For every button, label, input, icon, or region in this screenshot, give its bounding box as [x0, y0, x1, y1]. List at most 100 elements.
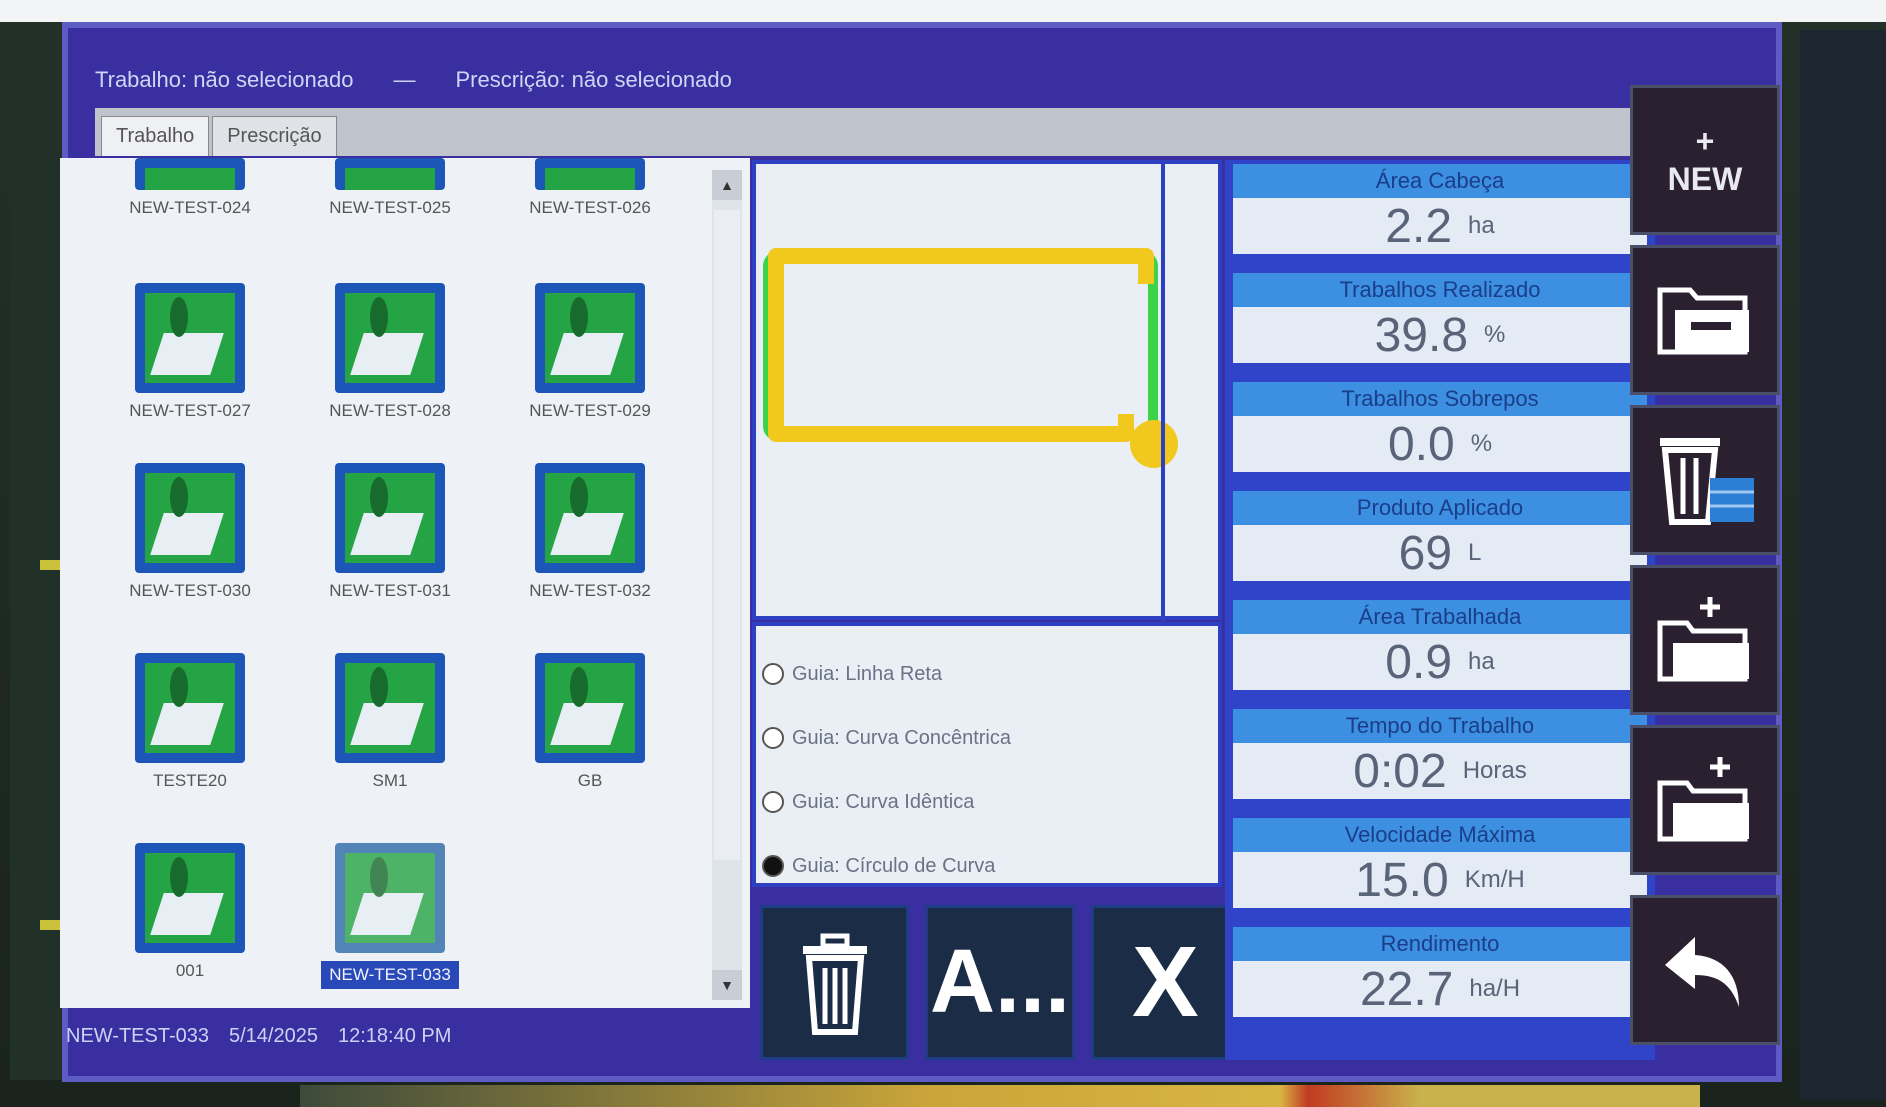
- path-green: [763, 251, 1158, 441]
- vehicle-marker: [1130, 420, 1178, 468]
- prescription-status: Prescrição: não selecionado: [455, 67, 732, 92]
- work-status: Trabalho: não selecionado: [95, 67, 354, 92]
- file-name: NEW-TEST-025: [329, 198, 451, 217]
- radio-label: Guia: Linha Reta: [792, 662, 943, 685]
- radio-label: Guia: Curva Concêntrica: [792, 726, 1011, 749]
- statistics-panel: Área Cabeça 2.2 ha Trabalhos Realizado 39…: [1225, 160, 1655, 1060]
- file-item[interactable]: SM1: [295, 653, 485, 791]
- stat-value-box: 0.0%: [1233, 416, 1647, 472]
- stat-label: Tempo do Trabalho: [1233, 709, 1647, 743]
- job-file-icon: [135, 463, 245, 573]
- radio-straight-line[interactable]: Guia: Linha Reta: [762, 642, 1212, 706]
- rename-button[interactable]: A...: [925, 905, 1075, 1060]
- file-item[interactable]: GB: [495, 653, 685, 791]
- field-preview: [752, 160, 1222, 624]
- stat-value-box: 0.9 ha: [1233, 634, 1647, 690]
- title-separator: —: [393, 67, 416, 92]
- stat-value: 0.0: [1387, 417, 1455, 471]
- boundary-yellow: [768, 248, 1154, 442]
- plus-icon: +: [1695, 123, 1715, 159]
- open-job-button[interactable]: [1630, 245, 1780, 395]
- job-file-icon: [335, 653, 445, 763]
- delete-job-button[interactable]: [1630, 405, 1780, 555]
- file-item[interactable]: NEW-TEST-031: [295, 463, 485, 601]
- file-item[interactable]: NEW-TEST-032: [495, 463, 685, 601]
- stat-unit: ha/H: [1469, 975, 1521, 1002]
- job-file-icon: [335, 158, 445, 190]
- import-job-button[interactable]: [1630, 725, 1780, 875]
- file-name: NEW-TEST-027: [129, 401, 251, 420]
- stat-product-applied: Produto Aplicado 69 L: [1233, 491, 1647, 591]
- file-item[interactable]: NEW-TEST-030: [95, 463, 285, 601]
- stat-label: Área Trabalhada: [1233, 600, 1647, 634]
- stat-unit: ha: [1468, 648, 1495, 675]
- file-name: NEW-TEST-028: [329, 401, 451, 420]
- tab-work[interactable]: Trabalho: [101, 116, 210, 156]
- job-file-icon: [335, 463, 445, 573]
- job-file-icon: [135, 283, 245, 393]
- file-item[interactable]: NEW-TEST-024: [95, 158, 285, 218]
- file-item[interactable]: TESTE20: [95, 653, 285, 791]
- job-file-icon: [535, 158, 645, 190]
- stat-label: Velocidade Máxima: [1233, 818, 1647, 852]
- tab-prescription[interactable]: Prescrição: [212, 116, 337, 156]
- preview-divider: [1161, 164, 1165, 624]
- file-item[interactable]: NEW-TEST-029: [495, 283, 685, 421]
- file-name: NEW-TEST-032: [529, 581, 651, 600]
- file-list-scrollbar[interactable]: ▲ ▼: [712, 170, 742, 1000]
- radio-label: Guia: Círculo de Curva: [792, 854, 996, 877]
- file-item-selected[interactable]: NEW-TEST-033: [295, 843, 485, 989]
- new-job-button[interactable]: + NEW: [1630, 85, 1780, 235]
- job-file-icon: [535, 283, 645, 393]
- radio-concentric-curve[interactable]: Guia: Curva Concêntrica: [762, 706, 1212, 770]
- stat-value: 39.8: [1374, 308, 1469, 362]
- folder-export-icon: [1657, 597, 1749, 682]
- stat-label: Área Cabeça: [1233, 164, 1647, 198]
- radio-dot[interactable]: [762, 791, 784, 813]
- file-name: NEW-TEST-029: [529, 401, 651, 420]
- stat-unit: ha: [1468, 212, 1495, 239]
- radio-curve-circle[interactable]: Guia: Círculo de Curva: [762, 834, 1212, 898]
- file-item[interactable]: 001: [95, 843, 285, 981]
- job-file-icon: [535, 463, 645, 573]
- radio-label: Guia: Curva Idêntica: [792, 790, 975, 813]
- stat-value-box: 39.8%: [1233, 307, 1647, 363]
- file-item[interactable]: NEW-TEST-027: [95, 283, 285, 421]
- stat-value-box: 22.7 ha/H: [1233, 961, 1647, 1017]
- file-item[interactable]: NEW-TEST-025: [295, 158, 485, 218]
- file-name: SM1: [372, 771, 408, 790]
- background-field-strip: [300, 1085, 1700, 1107]
- close-button[interactable]: X: [1090, 905, 1240, 1060]
- stat-max-speed: Velocidade Máxima 15.0 Km/H: [1233, 818, 1647, 918]
- back-button[interactable]: [1630, 895, 1780, 1045]
- scroll-up-icon[interactable]: ▲: [712, 170, 742, 200]
- stat-unit: %: [1484, 321, 1506, 348]
- file-item[interactable]: NEW-TEST-028: [295, 283, 485, 421]
- stat-value: 2.2: [1385, 199, 1453, 253]
- stat-worked-area: Área Trabalhada 0.9 ha: [1233, 600, 1647, 700]
- job-file-icon: [335, 843, 445, 953]
- trash-icon: [802, 933, 867, 1035]
- delete-button[interactable]: [760, 905, 910, 1060]
- radio-dot[interactable]: [762, 855, 784, 877]
- export-job-button[interactable]: [1630, 565, 1780, 715]
- stat-label: Trabalhos Realizado: [1233, 273, 1647, 307]
- stat-value: 0.9: [1385, 635, 1453, 689]
- new-label: NEW: [1667, 161, 1743, 197]
- file-name: NEW-TEST-030: [129, 581, 251, 600]
- radio-identical-curve[interactable]: Guia: Curva Idêntica: [762, 770, 1212, 834]
- radio-dot[interactable]: [762, 727, 784, 749]
- stat-overlap: Trabalhos Sobrepos 0.0%: [1233, 382, 1647, 482]
- scroll-thumb[interactable]: [714, 210, 740, 860]
- back-arrow-icon: [1665, 937, 1739, 1007]
- job-file-icon: [135, 653, 245, 763]
- stat-unit: %: [1470, 430, 1493, 457]
- stat-work-done: Trabalhos Realizado 39.8%: [1233, 273, 1647, 373]
- radio-dot[interactable]: [762, 663, 784, 685]
- file-item[interactable]: NEW-TEST-026: [495, 158, 685, 218]
- scroll-down-icon[interactable]: ▼: [712, 970, 742, 1000]
- file-name: NEW-TEST-031: [329, 581, 451, 600]
- folder-open-icon: [1657, 287, 1749, 355]
- stat-label: Produto Aplicado: [1233, 491, 1647, 525]
- stat-value-box: 0:02 Horas: [1233, 743, 1647, 799]
